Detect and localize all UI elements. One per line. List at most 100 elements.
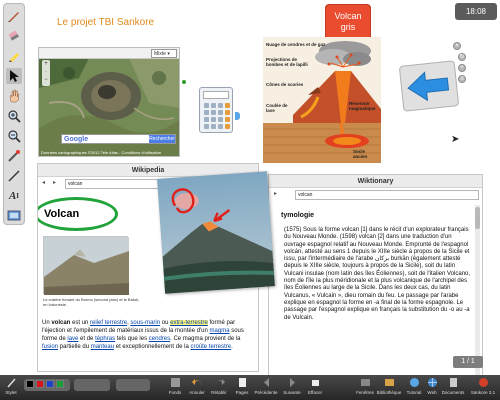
- suivante-label: Suivante: [283, 390, 301, 395]
- hand-tool-icon[interactable]: [6, 88, 22, 104]
- widget-duplicate-icon[interactable]: +: [458, 64, 466, 72]
- fenetres-button[interactable]: Fenêtres: [354, 377, 376, 399]
- annuler-button[interactable]: Annuler: [186, 377, 208, 399]
- calculator-key[interactable]: [225, 117, 230, 122]
- wiki-link[interactable]: extra-terrestre: [170, 320, 208, 326]
- brush-size-selector[interactable]: [116, 379, 150, 391]
- green-circle-annotation: [38, 197, 118, 231]
- wikipedia-thumbnail[interactable]: [43, 236, 129, 295]
- calculator-key[interactable]: [225, 103, 230, 108]
- arrow-widget[interactable]: [398, 60, 460, 112]
- map-type-select[interactable]: Mixte ▾: [151, 49, 177, 58]
- stylet-button[interactable]: Stylet: [3, 377, 19, 399]
- globe-icon: [427, 378, 437, 387]
- wiki-link[interactable]: sous-marin: [130, 320, 160, 326]
- calculator-key[interactable]: [211, 103, 216, 108]
- wiki-link[interactable]: manteau: [91, 344, 114, 350]
- scrollbar-thumb[interactable]: [475, 207, 480, 229]
- marker-tool-icon[interactable]: [6, 48, 22, 64]
- calculator-key[interactable]: [204, 124, 209, 129]
- wiktionary-search-input[interactable]: volcan: [295, 190, 479, 200]
- effacer-button[interactable]: Effacer: [304, 377, 326, 399]
- wiki-link[interactable]: croûte terrestre: [190, 344, 231, 350]
- calculator-key[interactable]: [211, 124, 216, 129]
- wiktionary-widget[interactable]: Wiktionary ▸ volcan tymologie (1575) Sou…: [268, 174, 483, 384]
- windows-icon: [360, 379, 370, 386]
- documents-icon: [449, 378, 457, 387]
- wikipedia-caption: Le cratère fumant du Bromo (second plan)…: [43, 297, 140, 307]
- next-icon: [289, 378, 295, 387]
- color-swatch-blue[interactable]: [46, 380, 54, 388]
- web-button[interactable]: Web: [425, 377, 439, 399]
- color-swatch-red[interactable]: [36, 380, 44, 388]
- bibliotheque-button[interactable]: Bibliothèque: [376, 377, 402, 399]
- wiki-link[interactable]: fusion: [42, 344, 58, 350]
- selector-tool-icon[interactable]: [6, 68, 22, 84]
- page-title: Le projet TBI Sankore: [57, 17, 155, 28]
- map-widget[interactable]: Mixte ▾ + · − Google Rechercher Données ca…: [38, 47, 180, 157]
- calculator-expand-handle[interactable]: [235, 112, 240, 120]
- widget-close-icon[interactable]: ×: [453, 42, 461, 50]
- map-toolbar: Mixte ▾: [39, 48, 179, 59]
- wiki-link[interactable]: téphras: [95, 336, 115, 342]
- zoom-in-icon[interactable]: [6, 108, 22, 124]
- laser-pointer-icon[interactable]: [6, 148, 22, 164]
- widget-handle-dot[interactable]: [182, 80, 186, 84]
- calculator-key[interactable]: [204, 110, 209, 115]
- map-search-bar[interactable]: Google Rechercher: [61, 134, 176, 144]
- calculator-key[interactable]: [225, 124, 230, 129]
- sankore-button[interactable]: Sankore 3.1: [468, 377, 498, 399]
- widget-rotate-icon[interactable]: ↻: [458, 53, 466, 61]
- widget-menu-icon[interactable]: ≡: [458, 75, 466, 83]
- color-swatch-green[interactable]: [56, 380, 64, 388]
- map-zoom-control[interactable]: + · −: [42, 60, 50, 86]
- erase-icon: [311, 380, 319, 386]
- volcano-photo[interactable]: [157, 171, 275, 294]
- forward-arrow-icon[interactable]: ▸: [274, 190, 277, 197]
- tutorial-button[interactable]: Tutorial: [404, 377, 424, 399]
- eraser-tool-icon[interactable]: [6, 28, 22, 44]
- calculator-key[interactable]: [211, 117, 216, 122]
- line-tool-icon[interactable]: [6, 168, 22, 184]
- diagram-label: Nuage de cendres et de gaz: [266, 42, 326, 47]
- calculator-key[interactable]: [218, 117, 223, 122]
- capture-tool-icon[interactable]: [6, 207, 22, 223]
- fonds-button[interactable]: Fonds: [165, 377, 185, 399]
- volcano-diagram[interactable]: Nuage de cendres et de gaz Projections d…: [263, 37, 381, 163]
- pen-tool-icon[interactable]: [6, 8, 22, 24]
- zoom-out-icon[interactable]: [6, 128, 22, 144]
- wiki-link[interactable]: magma: [210, 328, 230, 334]
- previous-icon: [263, 378, 269, 387]
- web-label: Web: [427, 390, 437, 395]
- calculator-key[interactable]: [211, 110, 216, 115]
- wiktionary-title: Wiktionary: [269, 175, 482, 188]
- wiki-link[interactable]: lave: [67, 336, 78, 342]
- calculator-key[interactable]: [218, 103, 223, 108]
- stylet-icon: [6, 378, 16, 388]
- effacer-label: Effacer: [307, 390, 323, 395]
- map-search-button[interactable]: Rechercher: [149, 135, 175, 143]
- line-width-selector[interactable]: [74, 379, 110, 391]
- calculator-widget[interactable]: [199, 87, 233, 133]
- calculator-key[interactable]: [204, 103, 209, 108]
- forward-arrow-icon[interactable]: ▸: [53, 179, 56, 186]
- wiki-link[interactable]: cendres: [149, 336, 170, 342]
- calculator-key[interactable]: [204, 117, 209, 122]
- calculator-key[interactable]: [218, 110, 223, 115]
- text-tool-icon[interactable]: AI: [6, 188, 22, 204]
- left-arrow-icon: [407, 71, 450, 102]
- pages-button[interactable]: Pages: [232, 377, 252, 399]
- wiktionary-scrollbar[interactable]: [475, 205, 480, 380]
- color-swatch-black[interactable]: [26, 380, 34, 388]
- calculator-key[interactable]: [225, 110, 230, 115]
- volcan-gris-callout[interactable]: Volcan gris: [325, 4, 371, 41]
- calculator-key[interactable]: [218, 124, 223, 129]
- wiktionary-section-heading: tymologie: [281, 212, 315, 219]
- wiki-link[interactable]: relief terrestre: [90, 320, 127, 326]
- back-arrow-icon[interactable]: ◂: [42, 179, 45, 186]
- precedente-button[interactable]: Précédente: [253, 377, 279, 399]
- retablir-button[interactable]: Rétablir: [208, 377, 230, 399]
- documents-button[interactable]: Documents: [440, 377, 466, 399]
- sankore-label: Sankore 3.1: [470, 390, 496, 395]
- suivante-button[interactable]: Suivante: [280, 377, 304, 399]
